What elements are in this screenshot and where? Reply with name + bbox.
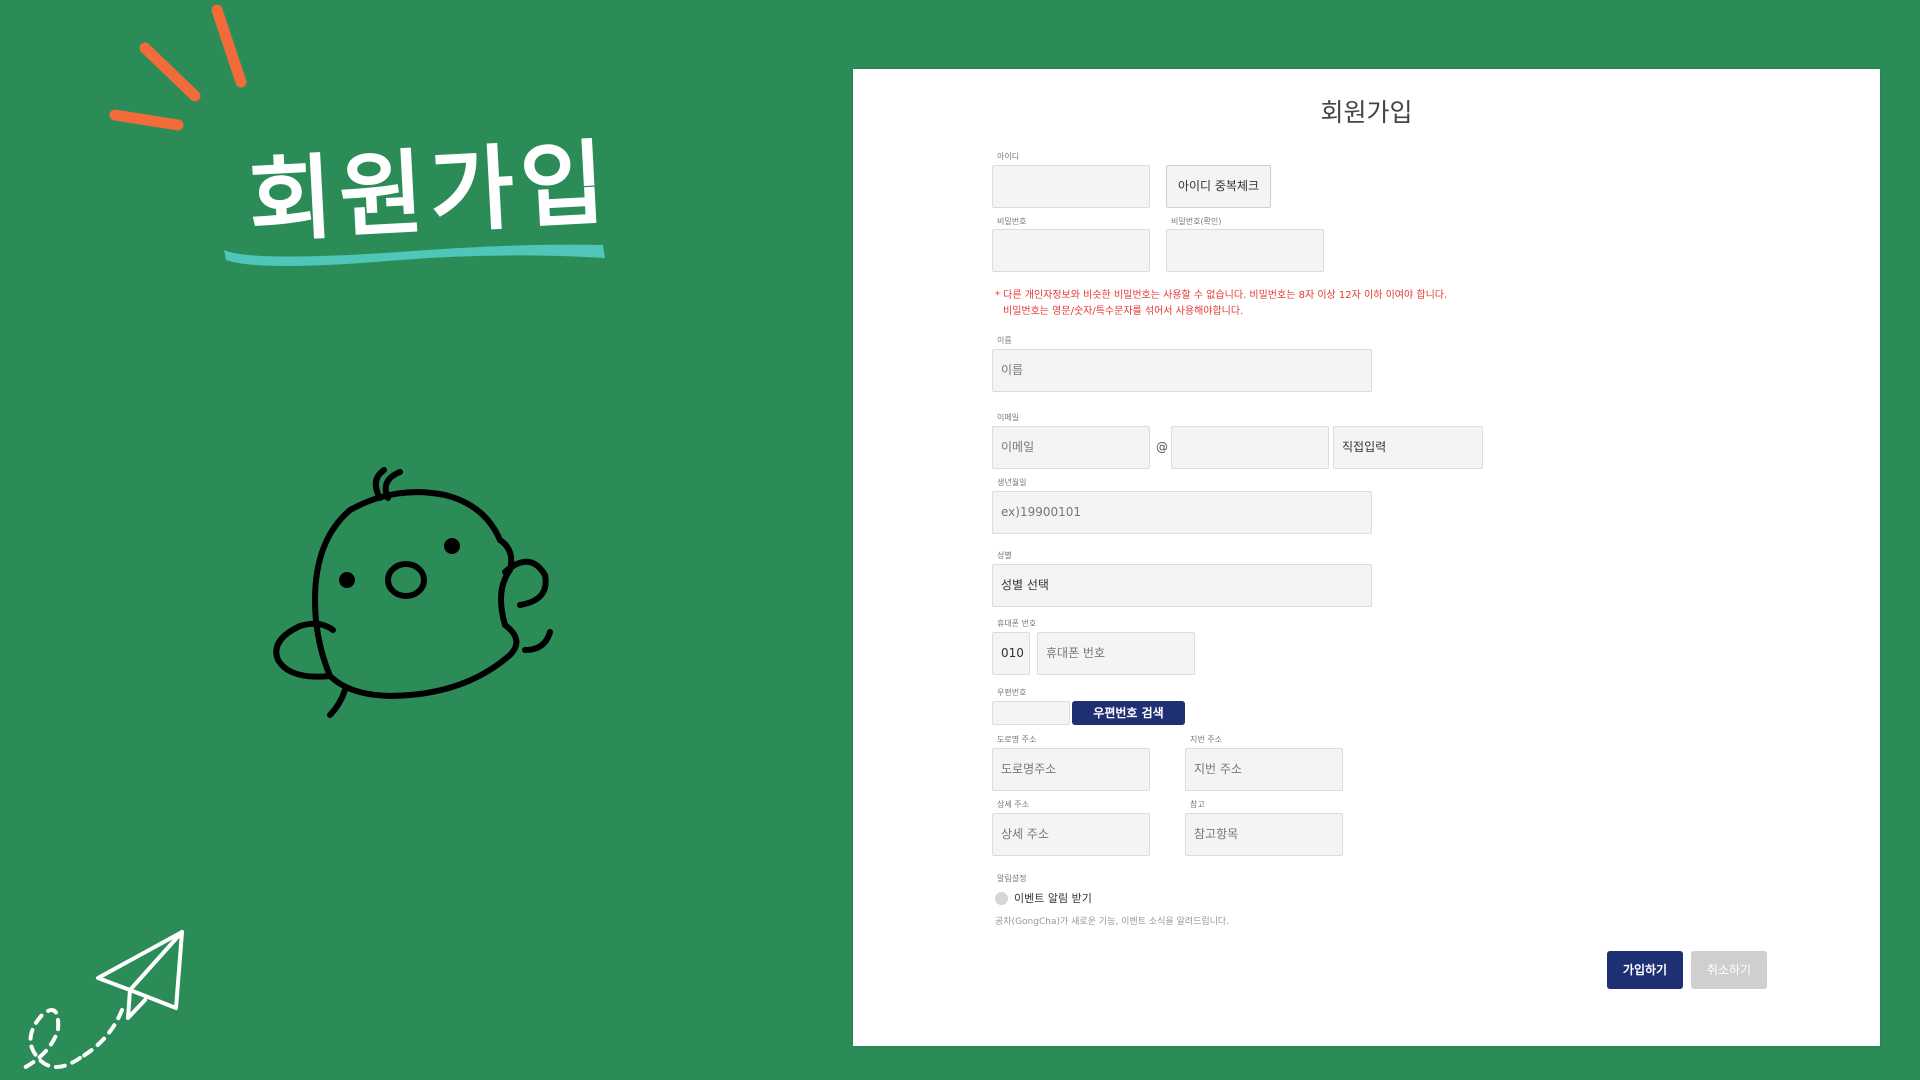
phone-prefix-select[interactable]: 010 xyxy=(992,632,1030,675)
id-duplicate-check-button[interactable]: 아이디 중복체크 xyxy=(1166,165,1271,208)
reference-label: 참고 xyxy=(1190,800,1205,809)
password-rule-line-2: 비밀번호는 영문/숫자/특수문자를 섞어서 사용해야합니다. xyxy=(1003,306,1244,317)
name-label: 이름 xyxy=(997,336,1012,345)
email-id-input[interactable]: 이메일 xyxy=(992,426,1150,469)
birth-input[interactable]: ex)19900101 xyxy=(992,491,1372,534)
detail-address-input[interactable]: 상세 주소 xyxy=(992,813,1150,856)
detail-address-label: 상세 주소 xyxy=(997,800,1029,809)
gender-label: 성별 xyxy=(997,551,1012,560)
event-notify-label: 이벤트 알림 받기 xyxy=(1014,892,1092,905)
event-notify-radio[interactable] xyxy=(995,892,1008,905)
road-address-label: 도로명 주소 xyxy=(997,735,1037,744)
zipcode-label: 우편번호 xyxy=(997,688,1027,697)
name-input[interactable]: 이름 xyxy=(992,349,1372,392)
form-title: 회원가입 xyxy=(1320,98,1413,127)
password-input[interactable] xyxy=(992,229,1150,272)
email-at-sign: @ xyxy=(1156,440,1168,454)
password-confirm-input[interactable] xyxy=(1166,229,1324,272)
email-domain-select[interactable]: 직접입력 xyxy=(1333,426,1483,469)
zipcode-input[interactable] xyxy=(992,701,1070,725)
signup-form-panel: 회원가입 아이디 아이디 중복체크 비밀번호 비밀번호(확인) * 다른 개인자… xyxy=(853,69,1880,1046)
submit-button[interactable]: 가입하기 xyxy=(1607,951,1683,989)
road-address-input[interactable]: 도로명주소 xyxy=(992,748,1150,791)
password-confirm-label: 비밀번호(확인) xyxy=(1171,217,1222,226)
zipcode-search-button[interactable]: 우편번호 검색 xyxy=(1072,701,1185,725)
id-input[interactable] xyxy=(992,165,1150,208)
notify-label: 알림설정 xyxy=(997,874,1027,883)
cancel-button[interactable]: 취소하기 xyxy=(1691,951,1767,989)
birth-label: 생년월일 xyxy=(997,478,1027,487)
paper-plane-icon xyxy=(18,930,184,1072)
email-label: 이메일 xyxy=(997,413,1020,422)
gender-select[interactable]: 성별 선택 xyxy=(992,564,1372,607)
phone-input[interactable]: 휴대폰 번호 xyxy=(1037,632,1195,675)
notify-help-text: 공차(GongCha)가 새로운 기능, 이벤트 소식을 알려드립니다. xyxy=(995,917,1230,927)
password-rule-text: * 다른 개인자정보와 비슷한 비밀번호는 사용할 수 없습니다. 비밀번호는 … xyxy=(995,288,1447,320)
phone-label: 휴대폰 번호 xyxy=(997,619,1037,628)
reference-input[interactable]: 참고항목 xyxy=(1185,813,1343,856)
password-rule-line-1: * 다른 개인자정보와 비슷한 비밀번호는 사용할 수 없습니다. 비밀번호는 … xyxy=(995,290,1448,301)
password-label: 비밀번호 xyxy=(997,217,1027,226)
email-domain-input[interactable] xyxy=(1171,426,1329,469)
id-label: 아이디 xyxy=(997,152,1020,161)
jibun-address-label: 지번 주소 xyxy=(1190,735,1222,744)
jibun-address-input[interactable]: 지번 주소 xyxy=(1185,748,1343,791)
